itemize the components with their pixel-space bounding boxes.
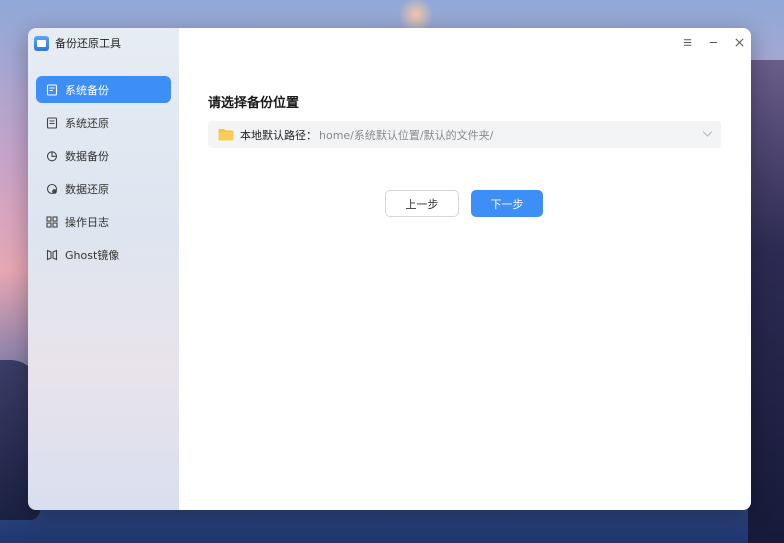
minimize-icon: [709, 41, 717, 43]
data-backup-icon: [46, 150, 58, 162]
backup-path-selector[interactable]: 本地默认路径： home/系统默认位置/默认的文件夹/: [208, 121, 721, 148]
page-title: 请选择备份位置: [208, 96, 300, 111]
folder-icon: [218, 129, 234, 141]
window-controls: [681, 36, 745, 48]
sidebar-item-operation-log[interactable]: 操作日志: [36, 208, 171, 235]
path-label: 本地默认路径：: [240, 128, 317, 142]
sidebar-item-label: 数据备份: [65, 149, 109, 163]
main-panel: 请选择备份位置 本地默认路径： home/系统默认位置/默认的文件夹/ 上一步 …: [179, 28, 751, 510]
ghost-image-icon: [46, 249, 58, 261]
previous-step-button[interactable]: 上一步: [385, 190, 459, 217]
sidebar-nav: 系统备份 系统还原 数据备份 数据还原 操作日志 Ghost镜像: [28, 76, 179, 268]
sidebar-item-label: 系统还原: [65, 116, 109, 130]
app-logo-icon: [34, 35, 49, 51]
data-restore-icon: [46, 183, 58, 195]
app-header: 备份还原工具: [28, 28, 179, 58]
sidebar-item-label: Ghost镜像: [65, 248, 120, 262]
system-restore-icon: [46, 116, 58, 129]
sidebar-item-data-restore[interactable]: 数据还原: [36, 175, 171, 202]
sidebar-item-system-restore[interactable]: 系统还原: [36, 109, 171, 136]
wallpaper-glow: [396, 0, 436, 30]
sidebar-item-label: 系统备份: [65, 83, 109, 97]
sidebar-item-system-backup[interactable]: 系统备份: [36, 76, 171, 103]
minimize-button[interactable]: [707, 36, 719, 48]
app-title: 备份还原工具: [55, 37, 121, 50]
chevron-down-icon[interactable]: [702, 130, 713, 138]
hamburger-menu-icon: [683, 38, 691, 46]
sidebar-item-label: 数据还原: [65, 182, 109, 196]
next-step-button[interactable]: 下一步: [471, 190, 543, 217]
app-window: 备份还原工具 系统备份 系统还原 数据备份 数据还原 操作日志 Ghost镜像 …: [28, 28, 751, 510]
wallpaper-rock-right: [748, 60, 784, 543]
sidebar-item-label: 操作日志: [65, 215, 109, 229]
sidebar: 备份还原工具 系统备份 系统还原 数据备份 数据还原 操作日志 Ghost镜像: [28, 28, 179, 510]
sidebar-item-ghost-image[interactable]: Ghost镜像: [36, 241, 171, 268]
close-icon: [734, 37, 744, 47]
grid-log-icon: [46, 215, 58, 228]
close-button[interactable]: [733, 36, 745, 48]
menu-button[interactable]: [681, 36, 693, 48]
path-value: home/系统默认位置/默认的文件夹/: [319, 128, 494, 142]
sidebar-item-data-backup[interactable]: 数据备份: [36, 142, 171, 169]
system-backup-icon: [46, 83, 58, 96]
